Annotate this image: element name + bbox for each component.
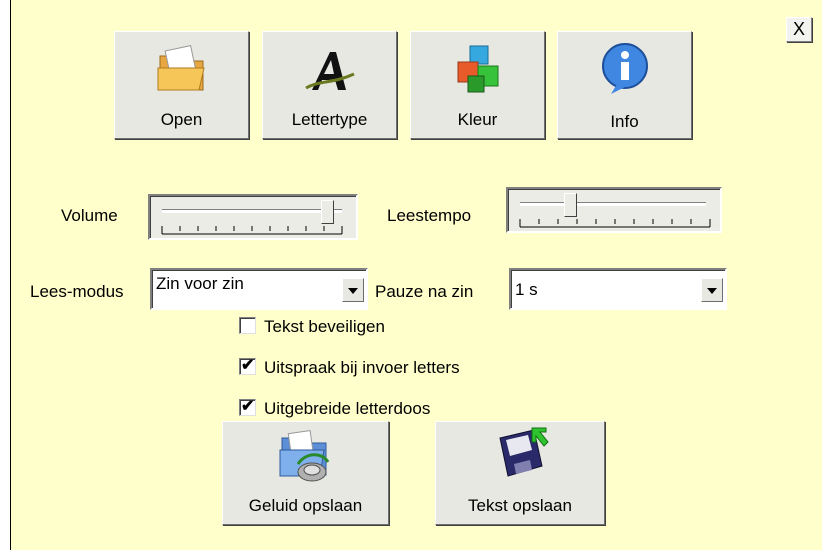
save-sound-label: Geluid opslaan <box>248 496 363 515</box>
tempo-slider-thumb[interactable] <box>564 193 577 217</box>
save-text-button[interactable]: Tekst opslaan <box>435 421 605 525</box>
sound-save-icon <box>279 430 329 482</box>
protect-text-checkbox[interactable] <box>239 317 256 334</box>
color-cubes-icon <box>457 45 498 93</box>
read-mode-value: Zin voor zin <box>156 274 244 293</box>
info-icon <box>601 43 648 94</box>
pronounce-letters-checkbox[interactable]: ✔ <box>239 357 256 375</box>
color-button-label: Kleur <box>457 110 498 129</box>
folder-icon <box>157 45 205 91</box>
pause-label: Pauze na zin <box>375 282 474 301</box>
protect-text-label: Tekst beveiligen <box>264 317 385 336</box>
pause-dropdown-arrow[interactable] <box>701 278 723 302</box>
save-sound-button[interactable]: Geluid opslaan <box>222 421 389 525</box>
open-button[interactable]: Open <box>114 31 249 139</box>
font-button-label: Lettertype <box>291 110 368 129</box>
close-button[interactable]: X <box>786 17 812 42</box>
tempo-label: Leestempo <box>387 206 472 225</box>
info-button-label: Info <box>610 112 639 131</box>
save-text-label: Tekst opslaan <box>468 496 572 515</box>
pause-select[interactable]: 1 s <box>509 268 727 310</box>
font-icon <box>304 52 355 90</box>
read-mode-select[interactable]: Zin voor zin <box>150 268 368 310</box>
settings-panel: X Open Lettertype Kleur Info Volume Lees… <box>10 0 822 550</box>
info-button[interactable]: Info <box>557 31 692 139</box>
volume-slider[interactable] <box>148 194 358 240</box>
color-button[interactable]: Kleur <box>410 31 545 139</box>
pronounce-letters-label: Uitspraak bij invoer letters <box>264 358 460 377</box>
floppy-save-icon <box>499 427 549 477</box>
extended-letterbox-label: Uitgebreide letterdoos <box>264 399 431 418</box>
volume-slider-thumb[interactable] <box>321 200 334 224</box>
read-mode-label: Lees-modus <box>30 282 124 301</box>
check-icon: ✔ <box>241 398 255 415</box>
volume-label: Volume <box>61 206 118 225</box>
pause-value: 1 s <box>515 280 538 299</box>
tempo-slider-ticks <box>519 219 711 228</box>
tempo-slider[interactable] <box>506 187 722 233</box>
volume-slider-ticks <box>161 226 343 235</box>
extended-letterbox-checkbox[interactable]: ✔ <box>239 398 256 416</box>
font-button[interactable]: Lettertype <box>262 31 397 139</box>
read-mode-dropdown-arrow[interactable] <box>342 278 364 302</box>
open-button-label: Open <box>160 110 203 129</box>
check-icon: ✔ <box>241 357 255 374</box>
